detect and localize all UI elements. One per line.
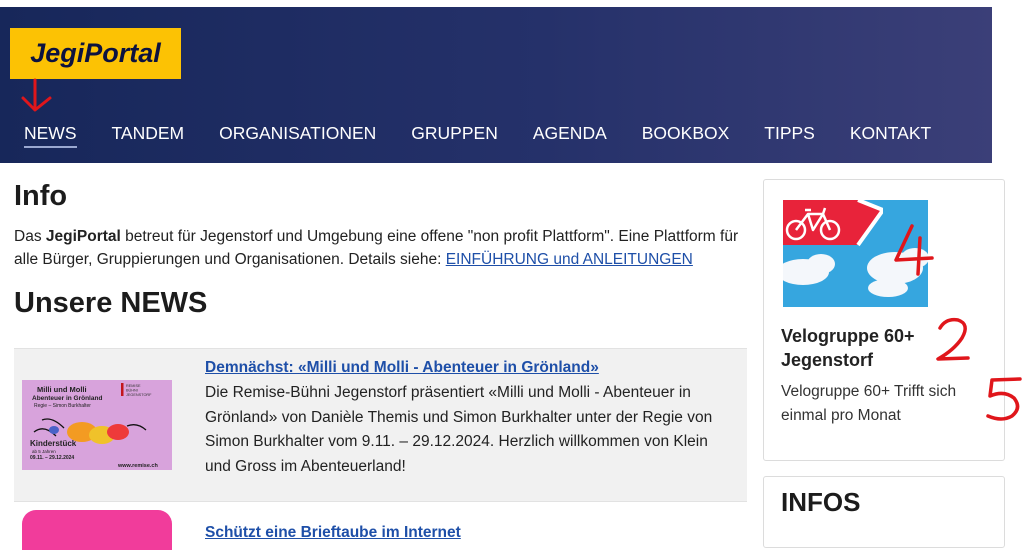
poster-title-1: Milli und Molli <box>37 385 87 394</box>
poster-title-2: Abenteuer in Grönland <box>32 395 102 402</box>
info-heading: Info <box>14 180 68 212</box>
info-text: Das JegiPortal betreut für Jegenstorf un… <box>14 225 754 271</box>
poster-age: ab 5 Jahren <box>32 449 56 454</box>
poster-graphic: REMISE BÜHNI JEGENSTORF Milli und Molli … <box>22 380 172 470</box>
nav-item-gruppen[interactable]: GRUPPEN <box>411 123 498 148</box>
annotation-arrow <box>21 78 52 112</box>
poster-org-3: JEGENSTORF <box>126 393 152 397</box>
news-thumbnail[interactable]: REMISE BÜHNI JEGENSTORF Milli und Molli … <box>22 380 172 470</box>
infos-heading: INFOS <box>781 487 861 517</box>
annotation-number-2 <box>936 317 970 361</box>
poster-kind: Kinderstück <box>30 439 77 448</box>
card-title[interactable]: Velogruppe 60+ Jegenstorf <box>781 324 951 372</box>
nav-item-bookbox[interactable]: BOOKBOX <box>642 123 730 148</box>
poster-dates: 09.11. – 29.12.2024 <box>30 455 74 461</box>
news-title-link[interactable]: Schützt eine Brieftaube im Internet <box>205 524 461 542</box>
card-description: Velogruppe 60+ Trifft sich einmal pro Mo… <box>781 383 957 424</box>
news-item: REMISE BÜHNI JEGENSTORF Milli und Molli … <box>14 348 747 502</box>
nav-item-organisationen[interactable]: ORGANISATIONEN <box>219 123 376 148</box>
info-guide-link[interactable]: EINFÜHRUNG und ANLEITUNGEN <box>446 251 693 268</box>
poster-director: Regie – Simon Burkhalter <box>34 403 91 409</box>
nav-item-tandem[interactable]: TANDEM <box>112 123 185 148</box>
news-title-link[interactable]: Demnächst: «Milli und Molli - Abenteuer … <box>205 359 599 377</box>
info-brand: JegiPortal <box>45 228 121 245</box>
site-header: JegiPortal NEWS TANDEM ORGANISATIONEN GR… <box>0 7 992 163</box>
nav-item-tipps[interactable]: TIPPS <box>764 123 815 148</box>
nav-item-agenda[interactable]: AGENDA <box>533 123 607 148</box>
poster-org-2: BÜHNI <box>126 389 138 393</box>
nav-item-kontakt[interactable]: KONTAKT <box>850 123 931 148</box>
info-text-start: Das <box>14 228 46 245</box>
news-summary: Die Remise-Bühni Jegenstorf präsentiert … <box>205 384 713 475</box>
infos-card: INFOS <box>763 476 1005 548</box>
news-item: Schützt eine Brieftaube im Internet <box>14 502 747 550</box>
annotation-number-4 <box>894 224 934 276</box>
main-nav: NEWS TANDEM ORGANISATIONEN GRUPPEN AGEND… <box>24 123 966 148</box>
news-heading: Unsere NEWS <box>14 287 208 319</box>
poster-url: www.remise.ch <box>117 463 158 469</box>
annotation-number-5 <box>986 377 1022 421</box>
nav-item-news[interactable]: NEWS <box>24 123 77 148</box>
site-logo[interactable]: JegiPortal <box>10 28 181 79</box>
poster-org-1: REMISE <box>126 384 141 388</box>
news-thumbnail[interactable] <box>22 510 172 550</box>
